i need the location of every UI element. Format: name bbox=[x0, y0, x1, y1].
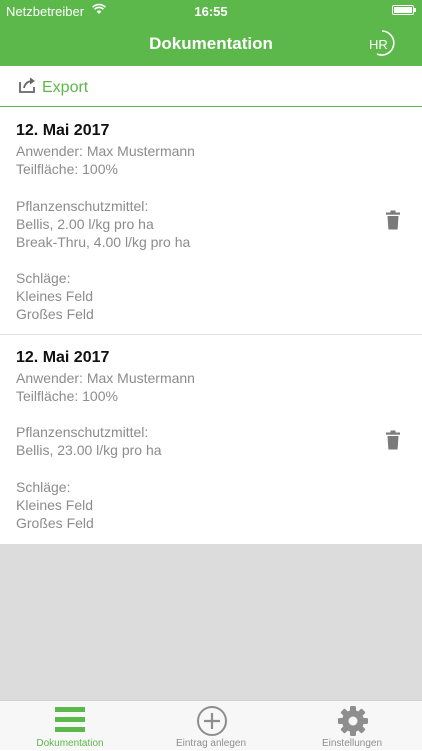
entry-user: Anwender: Max Mustermann bbox=[16, 143, 195, 159]
field-item: Großes Feld bbox=[16, 306, 94, 322]
agent-item: Break-Thru, 4.00 l/kg pro ha bbox=[16, 234, 191, 250]
field-item: Großes Feld bbox=[16, 515, 94, 531]
agents-heading: Pflanzenschutzmittel: bbox=[16, 198, 149, 214]
gear-icon bbox=[338, 706, 368, 736]
list-icon bbox=[55, 707, 85, 732]
tab-eintrag-anlegen[interactable]: Eintrag anlegen bbox=[141, 701, 281, 751]
battery-icon bbox=[392, 5, 416, 15]
tab-label: Einstellungen bbox=[321, 738, 383, 749]
entry-area: Teilfläche: 100% bbox=[16, 388, 118, 404]
app-logo: HR bbox=[368, 28, 402, 58]
agents-heading: Pflanzenschutzmittel: bbox=[16, 424, 149, 440]
export-toolbar: Export bbox=[0, 66, 422, 107]
empty-list-area bbox=[0, 544, 422, 700]
entry-card[interactable]: 12. Mai 2017 Anwender: Max Mustermann Te… bbox=[0, 107, 422, 335]
export-button[interactable]: Export bbox=[18, 76, 88, 99]
field-item: Kleines Feld bbox=[16, 288, 94, 304]
agent-item: Bellis, 2.00 l/kg pro ha bbox=[16, 216, 154, 232]
agent-item: Bellis, 23.00 l/kg pro ha bbox=[16, 442, 162, 458]
plus-circle-icon bbox=[197, 706, 227, 736]
status-bar: Netzbetreiber 16:55 bbox=[0, 0, 422, 22]
trash-icon[interactable] bbox=[385, 430, 401, 455]
app-header: Netzbetreiber 16:55 Dokumentation HR bbox=[0, 0, 422, 66]
entry-date: 12. Mai 2017 bbox=[16, 122, 110, 139]
entry-card[interactable]: 12. Mai 2017 Anwender: Max Mustermann Te… bbox=[0, 335, 422, 545]
page-title: Dokumentation bbox=[149, 34, 273, 53]
entry-area: Teilfläche: 100% bbox=[16, 161, 118, 177]
fields-heading: Schläge: bbox=[16, 479, 71, 495]
status-time: 16:55 bbox=[194, 4, 228, 19]
export-label: Export bbox=[42, 78, 89, 96]
tab-bar: Dokumentation Eintrag anlegen Einstellun… bbox=[0, 700, 422, 750]
svg-text:HR: HR bbox=[369, 37, 388, 52]
share-icon bbox=[18, 76, 38, 99]
entry-date: 12. Mai 2017 bbox=[16, 349, 110, 366]
tab-label: Dokumentation bbox=[36, 738, 104, 749]
field-item: Kleines Feld bbox=[16, 497, 94, 513]
trash-icon[interactable] bbox=[385, 210, 401, 235]
tab-dokumentation[interactable]: Dokumentation bbox=[0, 701, 140, 751]
tab-label: Eintrag anlegen bbox=[175, 738, 247, 749]
fields-heading: Schläge: bbox=[16, 270, 71, 286]
entry-user: Anwender: Max Mustermann bbox=[16, 370, 195, 386]
tab-einstellungen[interactable]: Einstellungen bbox=[282, 701, 422, 751]
